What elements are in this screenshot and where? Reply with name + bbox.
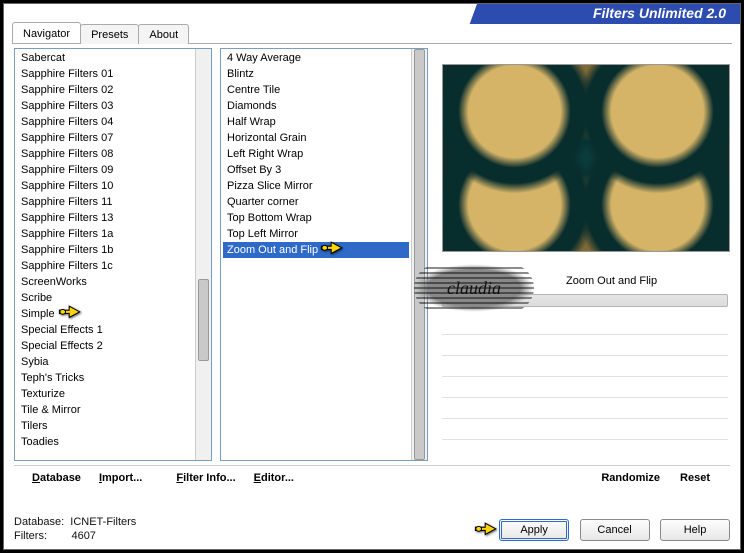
status-bar: Database: ICNET-Filters Filters: 4607 xyxy=(14,515,136,543)
category-list-item[interactable]: Sapphire Filters 1b xyxy=(17,242,193,258)
category-list-item[interactable]: Sapphire Filters 13 xyxy=(17,210,193,226)
filter-list-item[interactable]: Pizza Slice Mirror xyxy=(223,178,409,194)
filter-list-item[interactable]: Diamonds xyxy=(223,98,409,114)
category-list-item[interactable]: ScreenWorks xyxy=(17,274,193,290)
navigator-panel: SabercatSapphire Filters 01Sapphire Filt… xyxy=(12,44,732,491)
category-list-item[interactable]: Tile & Mirror xyxy=(17,402,193,418)
cancel-button[interactable]: Cancel xyxy=(580,519,650,541)
category-list-item[interactable]: Sapphire Filters 07 xyxy=(17,130,193,146)
link-import[interactable]: Import... xyxy=(99,472,142,484)
filter-list-item[interactable]: Centre Tile xyxy=(223,82,409,98)
link-filter-info[interactable]: Filter Info... xyxy=(176,472,235,484)
link-database[interactable]: Database xyxy=(32,472,81,484)
status-database-value: ICNET-Filters xyxy=(70,516,136,528)
preview-image xyxy=(442,64,730,252)
scrollbar-thumb[interactable] xyxy=(198,279,209,361)
category-list-item[interactable]: Sapphire Filters 1a xyxy=(17,226,193,242)
help-button[interactable]: Help xyxy=(660,519,730,541)
scrollbar[interactable] xyxy=(195,49,211,460)
tab-navigator[interactable]: Navigator xyxy=(12,22,81,43)
apply-button[interactable]: Apply xyxy=(499,519,569,541)
filter-list[interactable]: 4 Way AverageBlintzCentre TileDiamondsHa… xyxy=(220,48,428,461)
category-list-item[interactable]: Sapphire Filters 11 xyxy=(17,194,193,210)
selected-filter-label: Zoom Out and Flip xyxy=(562,272,728,290)
link-randomize[interactable]: Randomize xyxy=(601,472,660,484)
category-list[interactable]: SabercatSapphire Filters 01Sapphire Filt… xyxy=(14,48,212,461)
category-list-item[interactable]: Sapphire Filters 10 xyxy=(17,178,193,194)
tab-presets[interactable]: Presets xyxy=(80,24,139,44)
category-list-item[interactable]: Sapphire Filters 01 xyxy=(17,66,193,82)
scrollbar[interactable] xyxy=(411,49,427,460)
filter-list-item[interactable]: 4 Way Average xyxy=(223,50,409,66)
category-list-item[interactable]: Toadies xyxy=(17,434,193,450)
category-list-item[interactable]: Sybia xyxy=(17,354,193,370)
category-list-item[interactable]: Sabercat xyxy=(17,50,193,66)
category-list-item[interactable]: Sapphire Filters 09 xyxy=(17,162,193,178)
category-list-item[interactable]: Tilers xyxy=(17,418,193,434)
category-list-item[interactable]: Sapphire Filters 1c xyxy=(17,258,193,274)
category-list-item[interactable]: Sapphire Filters 04 xyxy=(17,114,193,130)
tab-about[interactable]: About xyxy=(138,24,189,44)
scrollbar-thumb[interactable] xyxy=(414,49,425,460)
filter-list-item[interactable]: Quarter corner xyxy=(223,194,409,210)
link-editor[interactable]: Editor... xyxy=(254,472,294,484)
category-list-item[interactable]: Sapphire Filters 02 xyxy=(17,82,193,98)
category-list-item[interactable]: Teph's Tricks xyxy=(17,370,193,386)
category-list-item[interactable]: Scribe xyxy=(17,290,193,306)
filter-list-item[interactable]: Top Left Mirror xyxy=(223,226,409,242)
category-list-item[interactable]: Special Effects 1 xyxy=(17,322,193,338)
filter-list-item[interactable]: Offset By 3 xyxy=(223,162,409,178)
app-title: Filters Unlimited 2.0 xyxy=(490,4,740,24)
filter-list-item[interactable]: Zoom Out and Flip xyxy=(223,242,409,258)
filter-list-item[interactable]: Horizontal Grain xyxy=(223,130,409,146)
link-reset[interactable]: Reset xyxy=(680,472,710,484)
title-bar: Filters Unlimited 2.0 xyxy=(4,4,740,24)
dialog-buttons: Apply Cancel Help xyxy=(493,519,730,541)
filter-list-item[interactable]: Half Wrap xyxy=(223,114,409,130)
tab-bar: NavigatorPresetsAbout xyxy=(12,22,732,44)
category-list-item[interactable]: Simple xyxy=(17,306,193,322)
status-filters-label: Filters: xyxy=(14,530,47,542)
window-frame: Filters Unlimited 2.0 NavigatorPresetsAb… xyxy=(3,3,741,550)
category-list-item[interactable]: Special Effects 2 xyxy=(17,338,193,354)
parameter-slider-track[interactable] xyxy=(442,294,728,307)
filter-list-item[interactable]: Top Bottom Wrap xyxy=(223,210,409,226)
category-list-item[interactable]: Sapphire Filters 08 xyxy=(17,146,193,162)
filter-list-item[interactable]: Blintz xyxy=(223,66,409,82)
category-list-item[interactable]: Sapphire Filters 03 xyxy=(17,98,193,114)
status-database-label: Database: xyxy=(14,516,64,528)
status-filters-value: 4607 xyxy=(71,530,95,542)
category-list-item[interactable]: Texturize xyxy=(17,386,193,402)
panel-footer: Database Import... Filter Info... Editor...… xyxy=(14,465,730,487)
filter-list-item[interactable]: Left Right Wrap xyxy=(223,146,409,162)
